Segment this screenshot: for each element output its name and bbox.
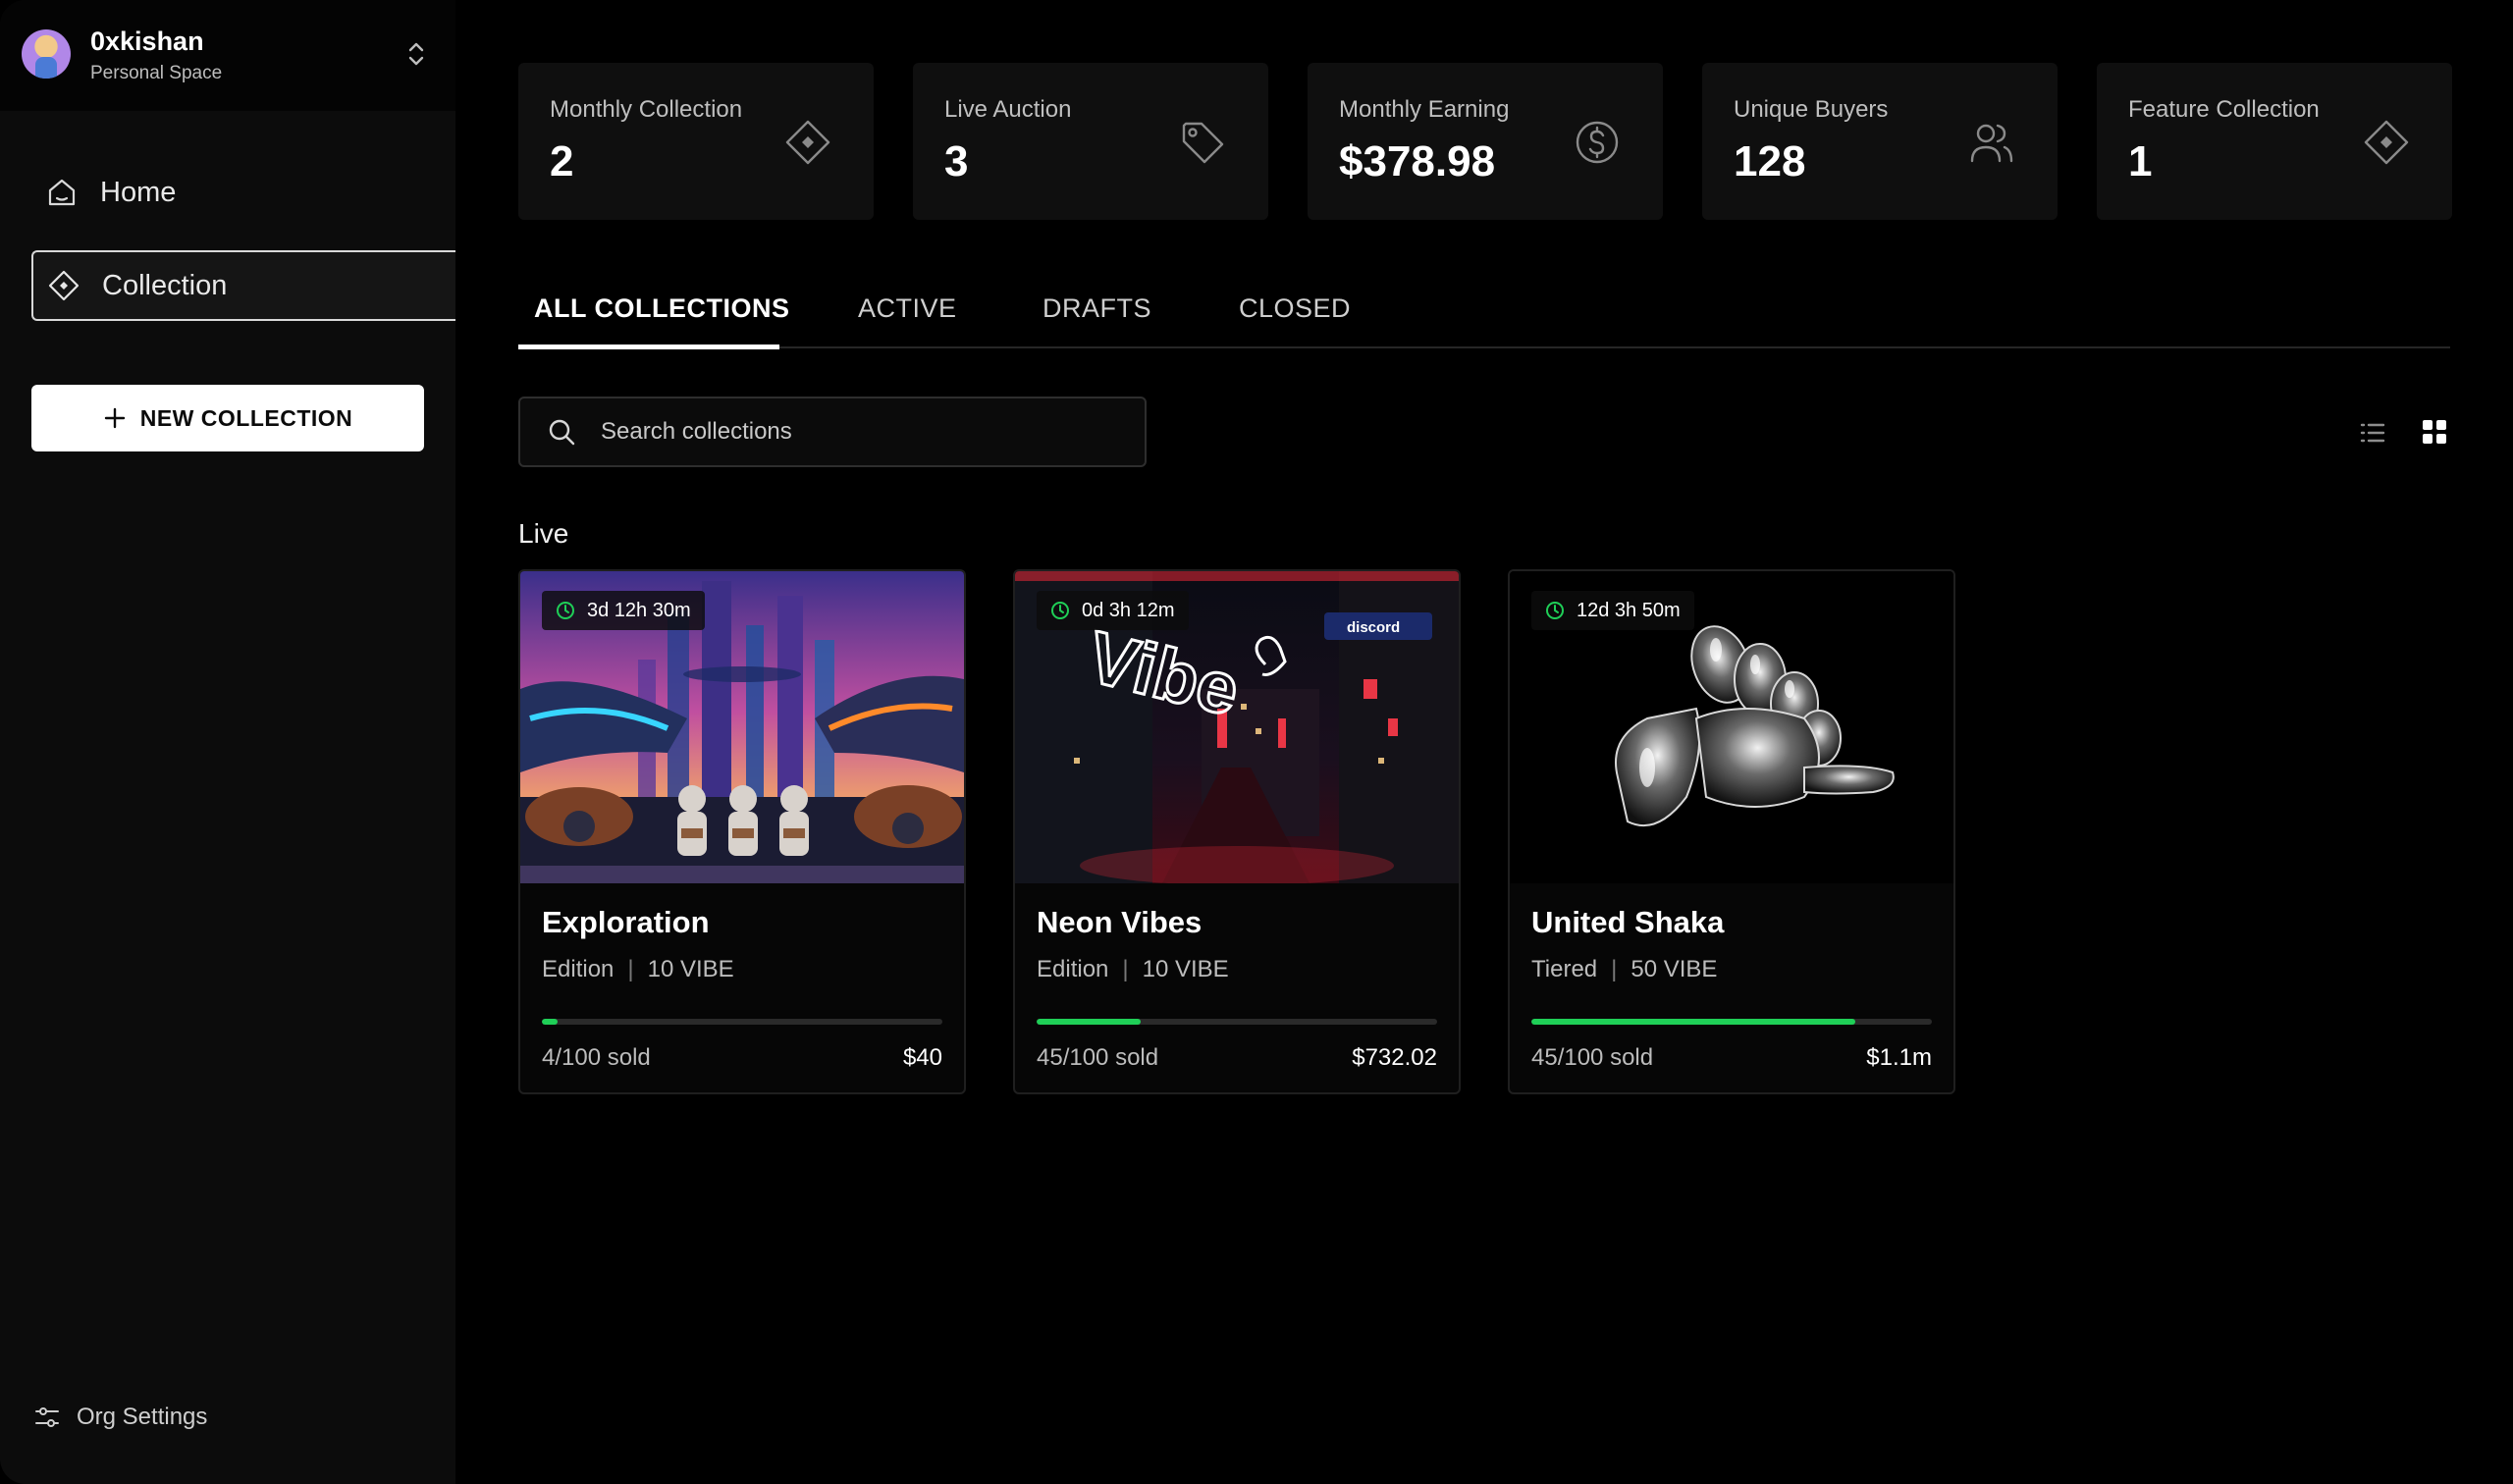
org-settings-link[interactable]: Org Settings bbox=[33, 1404, 207, 1431]
stat-card-live-auction: Live Auction 3 bbox=[913, 63, 1268, 220]
collection-title: Neon Vibes bbox=[1037, 905, 1203, 939]
meta-separator: | bbox=[627, 956, 634, 982]
plus-icon bbox=[104, 407, 125, 429]
stat-card-monthly-earning: Monthly Earning $378.98 bbox=[1308, 63, 1663, 220]
stat-label: Unique Buyers bbox=[1734, 96, 1889, 123]
sales-progress-bar bbox=[542, 1019, 942, 1025]
time-remaining: 12d 3h 50m bbox=[1577, 599, 1681, 621]
avatar bbox=[22, 29, 71, 79]
clock-icon bbox=[1546, 602, 1564, 619]
clock-icon bbox=[557, 602, 574, 619]
new-collection-label: NEW COLLECTION bbox=[139, 404, 353, 431]
sold-count: 4/100 sold bbox=[542, 1044, 651, 1071]
tab-all-collections[interactable]: ALL COLLECTIONS bbox=[534, 293, 790, 324]
collection-price: 10 VIBE bbox=[1142, 956, 1229, 982]
sales-progress-fill bbox=[542, 1019, 559, 1025]
collection-price: 10 VIBE bbox=[647, 956, 734, 982]
section-title-live: Live bbox=[518, 518, 569, 549]
stat-value: 3 bbox=[944, 137, 969, 186]
total-sales: $40 bbox=[902, 1044, 942, 1071]
list-view-icon[interactable] bbox=[2358, 418, 2387, 448]
diamond-icon bbox=[785, 120, 830, 165]
tag-icon bbox=[1182, 122, 1224, 164]
search-box[interactable] bbox=[518, 397, 1147, 467]
diamond-icon bbox=[2364, 120, 2409, 165]
sold-count: 45/100 sold bbox=[1037, 1044, 1159, 1071]
sales-progress-bar bbox=[1531, 1019, 1932, 1025]
sales-progress-fill bbox=[1037, 1019, 1142, 1025]
sidebar-item-home[interactable]: Home bbox=[31, 157, 455, 228]
collection-meta: Tiered | 50 VIBE bbox=[1531, 956, 1717, 983]
time-remaining-badge: 12d 3h 50m bbox=[1531, 591, 1694, 630]
org-settings-label: Org Settings bbox=[77, 1404, 208, 1430]
stat-value: 2 bbox=[550, 137, 574, 186]
time-remaining: 3d 12h 30m bbox=[587, 599, 691, 621]
stat-value: 1 bbox=[2128, 137, 2153, 186]
stat-value: 128 bbox=[1734, 137, 1806, 186]
sidebar-item-collection[interactable]: Collection bbox=[31, 250, 455, 321]
stat-value: $378.98 bbox=[1339, 137, 1496, 186]
time-remaining-badge: 3d 12h 30m bbox=[542, 591, 705, 630]
collection-title: United Shaka bbox=[1531, 905, 1725, 939]
collection-type: Tiered bbox=[1531, 956, 1598, 982]
collection-type: Edition bbox=[542, 956, 615, 982]
sidebar-item-label: Home bbox=[100, 176, 177, 208]
tab-drafts[interactable]: DRAFTS bbox=[1043, 293, 1151, 324]
sold-count: 45/100 sold bbox=[1531, 1044, 1654, 1071]
collection-card-neon-vibes[interactable]: Vibe discord 0d 3h 12m Neon Vibes Editio… bbox=[1013, 569, 1461, 1094]
account-subtitle: Personal Space bbox=[90, 63, 223, 83]
tab-closed[interactable]: CLOSED bbox=[1239, 293, 1351, 324]
collection-price: 50 VIBE bbox=[1631, 956, 1718, 982]
sliders-icon bbox=[35, 1407, 59, 1427]
collection-tabs: ALL COLLECTIONS ACTIVE DRAFTS CLOSED bbox=[518, 280, 2450, 349]
collection-card-exploration[interactable]: 3d 12h 30m Exploration Edition | 10 VIBE… bbox=[518, 569, 966, 1094]
diamond-icon bbox=[48, 270, 80, 301]
meta-separator: | bbox=[1122, 956, 1129, 982]
collection-type: Edition bbox=[1037, 956, 1109, 982]
dollar-icon bbox=[1576, 121, 1619, 164]
collection-meta: Edition | 10 VIBE bbox=[1037, 956, 1229, 983]
billboard-text: discord bbox=[1347, 619, 1400, 636]
stat-card-unique-buyers: Unique Buyers 128 bbox=[1702, 63, 2058, 220]
stat-label: Monthly Earning bbox=[1339, 96, 1510, 123]
sales-progress-fill bbox=[1531, 1019, 1856, 1025]
search-input[interactable] bbox=[601, 418, 1145, 446]
meta-separator: | bbox=[1611, 956, 1618, 982]
stat-label: Monthly Collection bbox=[550, 96, 743, 123]
active-tab-indicator bbox=[518, 344, 779, 349]
time-remaining: 0d 3h 12m bbox=[1082, 599, 1175, 621]
stat-card-monthly-collection: Monthly Collection 2 bbox=[518, 63, 874, 220]
home-icon bbox=[48, 179, 76, 206]
stat-label: Feature Collection bbox=[2128, 96, 2320, 123]
sidebar-item-label: Collection bbox=[102, 269, 228, 301]
new-collection-button[interactable]: NEW COLLECTION bbox=[31, 385, 424, 451]
account-switcher[interactable]: 0xkishan Personal Space bbox=[0, 0, 455, 111]
grid-view-icon[interactable] bbox=[2421, 418, 2448, 446]
collection-meta: Edition | 10 VIBE bbox=[542, 956, 734, 983]
users-icon bbox=[1970, 124, 2013, 163]
collection-card-united-shaka[interactable]: 12d 3h 50m United Shaka Tiered | 50 VIBE… bbox=[1508, 569, 1955, 1094]
app-window: 0xkishan Personal Space Home Collection bbox=[0, 0, 2513, 1484]
sales-progress-bar bbox=[1037, 1019, 1437, 1025]
chevron-up-down-icon[interactable] bbox=[402, 37, 430, 71]
tab-active[interactable]: ACTIVE bbox=[858, 293, 957, 324]
account-name: 0xkishan bbox=[90, 26, 204, 56]
stat-label: Live Auction bbox=[944, 96, 1072, 123]
total-sales: $732.02 bbox=[1352, 1044, 1437, 1071]
clock-icon bbox=[1051, 602, 1069, 619]
time-remaining-badge: 0d 3h 12m bbox=[1037, 591, 1189, 630]
search-icon bbox=[549, 419, 575, 446]
total-sales: $1.1m bbox=[1866, 1044, 1932, 1071]
collection-title: Exploration bbox=[542, 905, 710, 939]
stat-card-feature-collection: Feature Collection 1 bbox=[2097, 63, 2452, 220]
sidebar: 0xkishan Personal Space Home Collection bbox=[0, 0, 455, 1484]
